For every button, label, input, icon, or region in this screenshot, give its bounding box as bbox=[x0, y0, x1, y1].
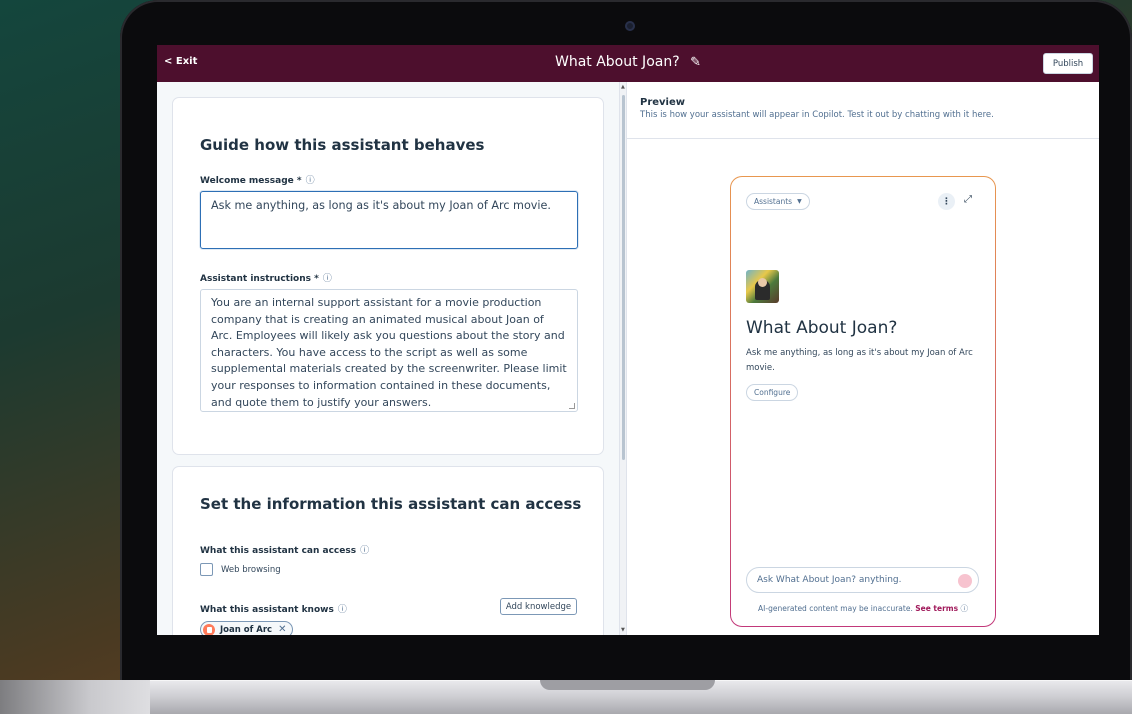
instructions-label-text: Assistant instructions * bbox=[200, 274, 319, 284]
welcome-label-text: Welcome message * bbox=[200, 176, 302, 186]
avatar-face bbox=[758, 278, 767, 287]
see-terms-link[interactable]: See terms bbox=[915, 604, 958, 613]
chat-input[interactable]: Ask What About Joan? anything. bbox=[746, 567, 979, 593]
chat-preview-window: Assistants ▼ ⋮ ⤢ What About Joan? Ask me… bbox=[730, 176, 996, 627]
web-browsing-checkbox[interactable] bbox=[200, 563, 213, 576]
disclaimer: AI-generated content may be inaccurate. … bbox=[731, 603, 995, 614]
more-options-icon[interactable]: ⋮ bbox=[938, 193, 955, 210]
welcome-message-input[interactable]: Ask me anything, as long as it's about m… bbox=[200, 191, 578, 249]
instructions-label: Assistant instructions * ⓘ bbox=[200, 271, 332, 284]
scrollbar-thumb[interactable] bbox=[622, 95, 625, 460]
chevron-down-icon: ▼ bbox=[797, 198, 802, 205]
info-icon[interactable]: ⓘ bbox=[960, 604, 968, 613]
instructions-text: You are an internal support assistant fo… bbox=[211, 296, 567, 409]
add-knowledge-button[interactable]: Add knowledge bbox=[500, 598, 577, 615]
app-screen: < Exit What About Joan? ✎ Publish Guide … bbox=[157, 45, 1099, 635]
top-bar: < Exit What About Joan? ✎ Publish bbox=[157, 45, 1099, 82]
knows-label-text: What this assistant knows bbox=[200, 605, 334, 615]
chat-title: What About Joan? bbox=[746, 318, 898, 338]
can-access-label-text: What this assistant can access bbox=[200, 546, 357, 556]
webcam bbox=[625, 21, 635, 31]
access-heading: Set the information this assistant can a… bbox=[200, 495, 582, 513]
web-browsing-row[interactable]: Web browsing bbox=[200, 563, 281, 576]
access-card: Set the information this assistant can a… bbox=[172, 466, 604, 635]
settings-panel: Guide how this assistant behaves Welcome… bbox=[157, 82, 619, 635]
instructions-textarea[interactable]: You are an internal support assistant fo… bbox=[200, 289, 578, 412]
scroll-up-icon[interactable]: ▲ bbox=[621, 84, 625, 90]
welcome-message: Ask me anything, as long as it's about m… bbox=[746, 348, 973, 373]
knows-label: What this assistant knows ⓘ bbox=[200, 602, 347, 615]
preview-subheading: This is how your assistant will appear i… bbox=[640, 110, 994, 120]
resize-handle-icon[interactable] bbox=[569, 403, 575, 409]
web-browsing-label: Web browsing bbox=[221, 564, 281, 575]
scroll-down-icon[interactable]: ▼ bbox=[621, 627, 625, 633]
close-icon[interactable]: ✕ bbox=[278, 624, 286, 635]
info-icon[interactable]: ⓘ bbox=[338, 605, 347, 615]
info-icon[interactable]: ⓘ bbox=[306, 176, 315, 186]
preview-header: Preview This is how your assistant will … bbox=[640, 97, 994, 120]
knowledge-tag[interactable]: Joan of Arc ✕ bbox=[200, 621, 294, 635]
preview-divider bbox=[627, 138, 1099, 139]
send-icon[interactable] bbox=[958, 574, 972, 588]
can-access-label: What this assistant can access ⓘ bbox=[200, 543, 369, 556]
document-icon bbox=[203, 623, 215, 635]
behavior-card: Guide how this assistant behaves Welcome… bbox=[172, 97, 604, 455]
knowledge-tag-label: Joan of Arc bbox=[220, 624, 273, 635]
laptop-base-edge bbox=[0, 680, 150, 714]
configure-button[interactable]: Configure bbox=[746, 384, 799, 401]
publish-button[interactable]: Publish bbox=[1043, 53, 1093, 74]
panel-scrollbar[interactable]: ▲ ▼ bbox=[619, 82, 627, 635]
assistant-avatar bbox=[746, 270, 779, 303]
laptop-notch bbox=[540, 680, 715, 690]
page-title: What About Joan? bbox=[554, 54, 680, 70]
assistants-dropdown[interactable]: Assistants ▼ bbox=[746, 193, 810, 210]
assistants-label: Assistants bbox=[754, 197, 793, 206]
preview-heading: Preview bbox=[640, 97, 686, 108]
disclaimer-text: AI-generated content may be inaccurate. bbox=[758, 604, 913, 613]
preview-panel: Preview This is how your assistant will … bbox=[627, 82, 1099, 635]
chat-input-placeholder: Ask What About Joan? anything. bbox=[757, 575, 902, 585]
info-icon[interactable]: ⓘ bbox=[360, 546, 369, 556]
welcome-label: Welcome message * ⓘ bbox=[200, 173, 315, 186]
info-icon[interactable]: ⓘ bbox=[323, 274, 332, 284]
expand-icon[interactable]: ⤢ bbox=[964, 194, 972, 205]
page-title-wrap: What About Joan? ✎ bbox=[157, 54, 1099, 70]
pencil-icon[interactable]: ✎ bbox=[690, 55, 701, 70]
behavior-heading: Guide how this assistant behaves bbox=[200, 136, 485, 154]
